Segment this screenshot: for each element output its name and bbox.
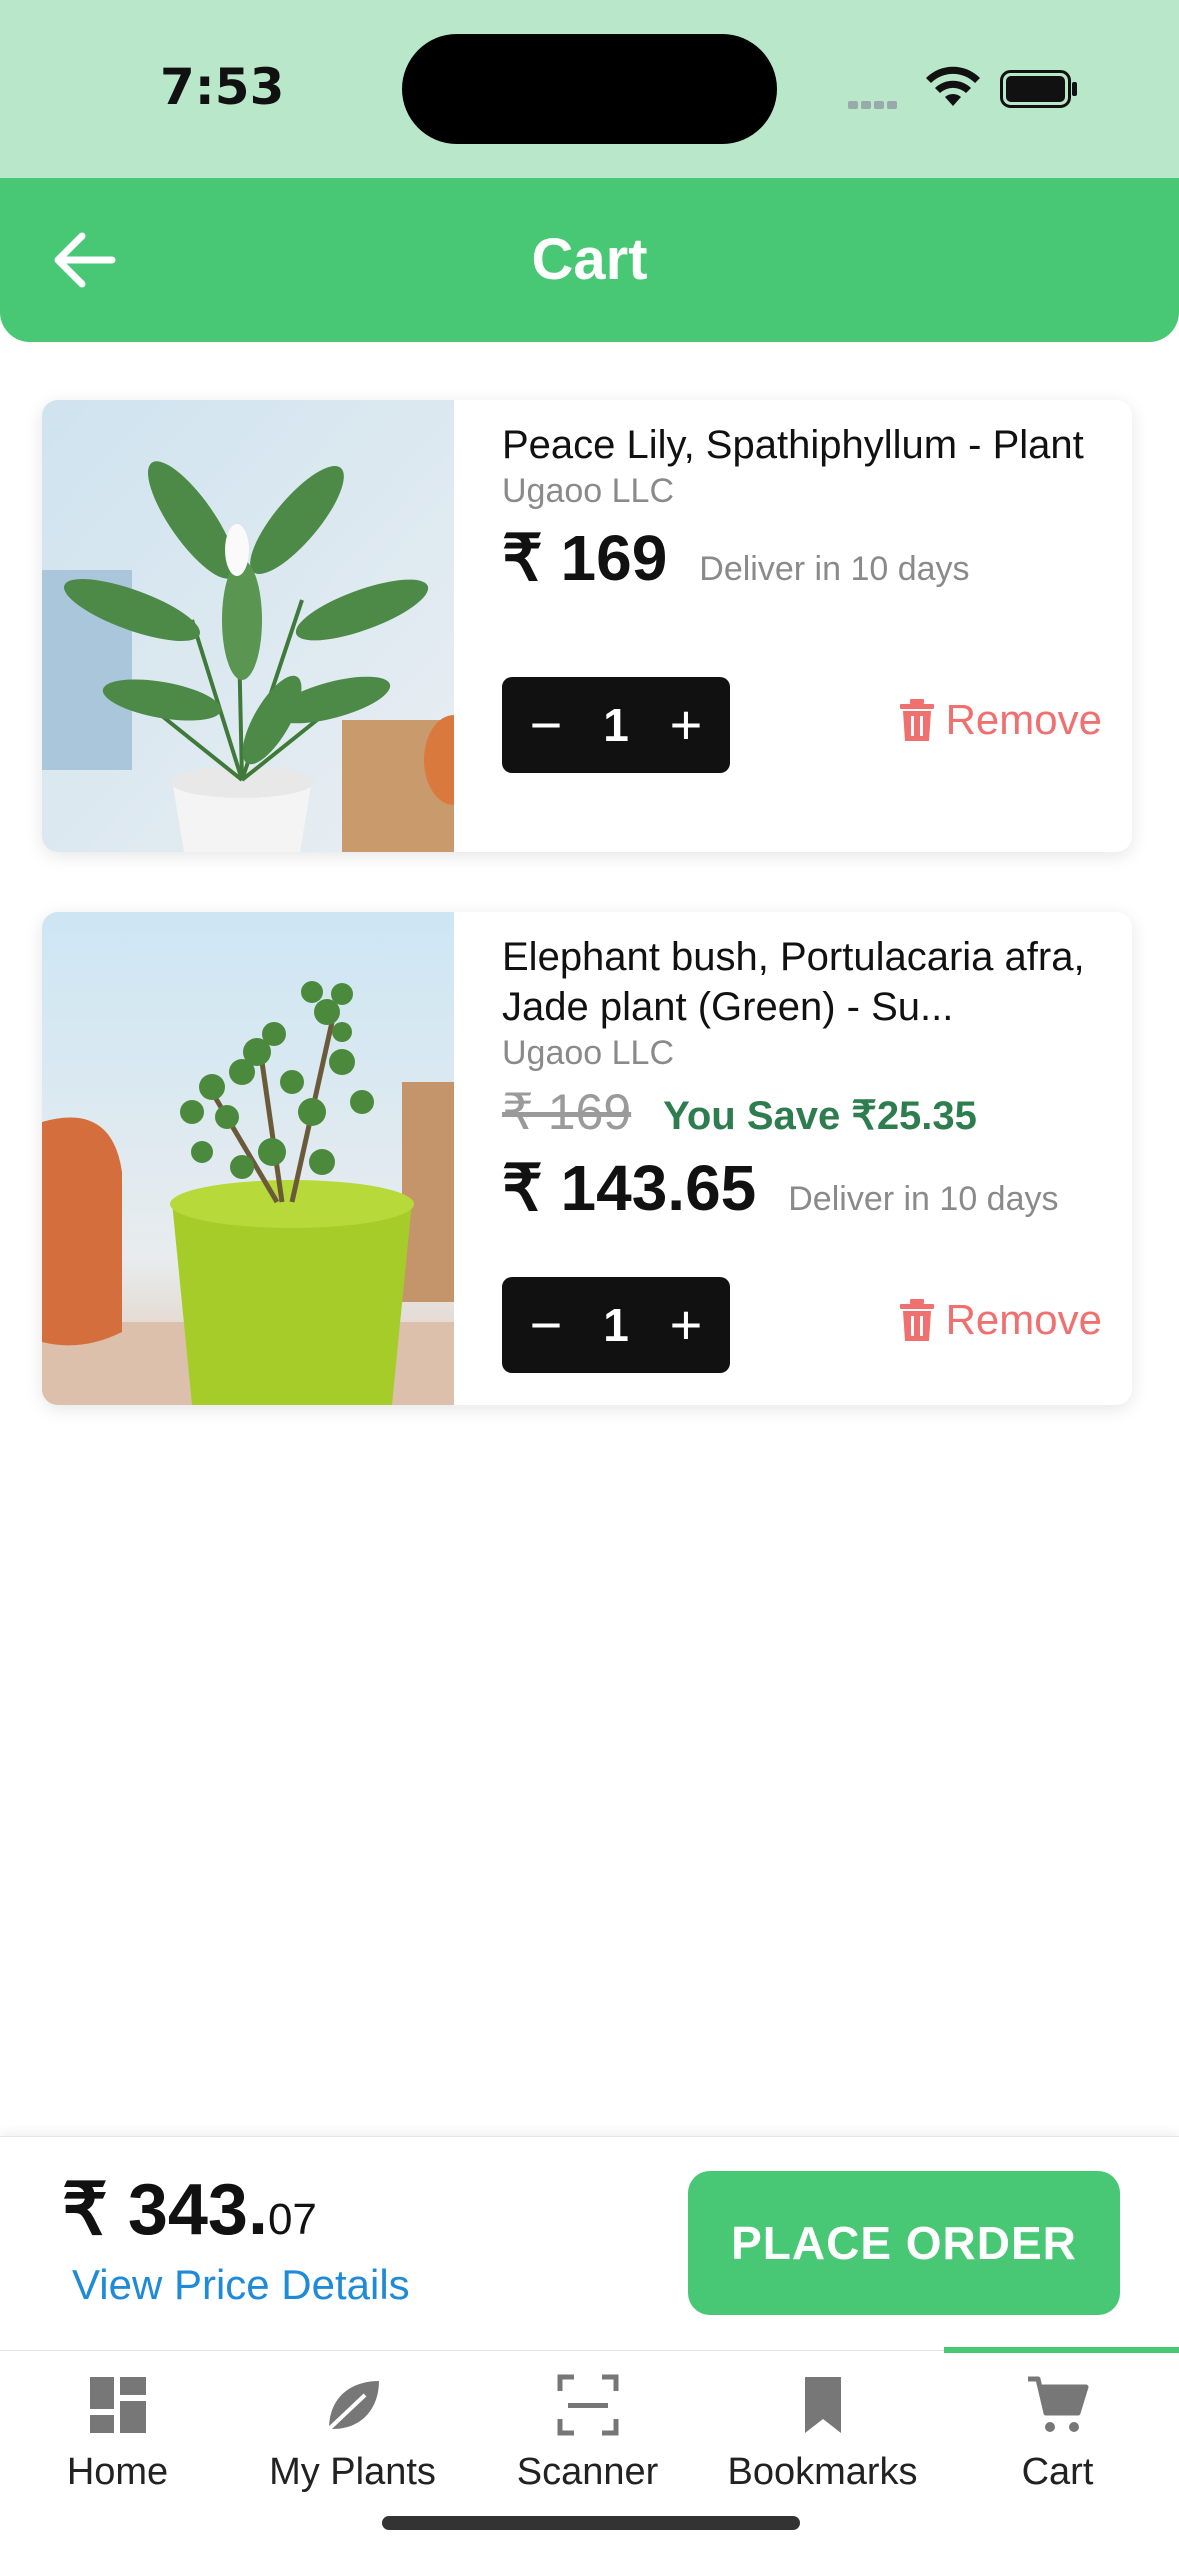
product-price: ₹ 169: [502, 522, 668, 594]
app-header: Cart: [0, 178, 1179, 342]
tab-label: Scanner: [516, 2451, 659, 2493]
savings-label: You Save ₹25.35: [663, 1094, 977, 1138]
remove-label: Remove: [945, 1296, 1102, 1343]
cart-item: Peace Lily, Spathiphyllum - Plant Ugaoo …: [42, 400, 1132, 852]
total-amount: ₹ 343.: [62, 2170, 268, 2250]
battery-icon: [1000, 70, 1077, 108]
delivery-estimate: Deliver in 10 days: [699, 550, 970, 588]
place-order-button[interactable]: PLACE ORDER: [688, 2171, 1120, 2315]
decrease-quantity-button[interactable]: −: [524, 697, 568, 753]
quantity-value: 1: [603, 1299, 629, 1351]
product-image-jade-plant[interactable]: [42, 912, 454, 1405]
tab-my-plants[interactable]: My Plants: [235, 2351, 470, 2501]
leaf-icon: [327, 2381, 379, 2431]
quantity-stepper: − 1 +: [502, 677, 730, 773]
cart-icon: [1027, 2376, 1088, 2432]
remove-label: Remove: [945, 696, 1102, 743]
tab-label: Cart: [1021, 2451, 1094, 2493]
product-seller: Ugaoo LLC: [502, 1034, 675, 1072]
tab-scanner[interactable]: Scanner: [470, 2351, 705, 2501]
quantity-stepper: − 1 +: [502, 1277, 730, 1373]
tab-cart[interactable]: Cart: [940, 2351, 1175, 2501]
product-image-peace-lily[interactable]: [42, 400, 454, 852]
wifi-icon: [926, 66, 980, 106]
scanner-icon: [557, 2374, 618, 2436]
delivery-estimate: Deliver in 10 days: [788, 1180, 1059, 1218]
product-seller: Ugaoo LLC: [502, 472, 675, 510]
cellular-signal-icon: [848, 96, 904, 109]
product-info: Elephant bush, Portulacaria afra, Jade p…: [502, 912, 1102, 1226]
status-bar: 7:53: [0, 0, 1179, 178]
page-title: Cart: [531, 227, 648, 292]
original-price: ₹ 169: [502, 1084, 632, 1140]
total-decimal: 07: [267, 2195, 317, 2244]
remove-button[interactable]: Remove: [899, 696, 1102, 744]
increase-quantity-button[interactable]: +: [664, 697, 708, 753]
product-price: ₹ 143.65: [502, 1152, 757, 1224]
home-grid-icon: [89, 2377, 146, 2433]
trash-icon: [899, 699, 934, 741]
product-name[interactable]: Elephant bush, Portulacaria afra, Jade p…: [502, 932, 1102, 1032]
home-indicator[interactable]: [382, 2516, 800, 2530]
bookmark-icon: [804, 2377, 841, 2433]
increase-quantity-button[interactable]: +: [664, 1297, 708, 1353]
tab-bookmarks[interactable]: Bookmarks: [705, 2351, 940, 2501]
quantity-value: 1: [603, 699, 629, 751]
tab-label: Bookmarks: [727, 2451, 918, 2493]
view-price-details-link[interactable]: View Price Details: [72, 2261, 410, 2309]
product-name[interactable]: Peace Lily, Spathiphyllum - Plant: [502, 420, 1102, 470]
tab-label: My Plants: [269, 2451, 436, 2493]
tab-home[interactable]: Home: [0, 2351, 235, 2501]
tab-label: Home: [66, 2451, 169, 2493]
trash-icon: [899, 1299, 934, 1341]
remove-button[interactable]: Remove: [899, 1296, 1102, 1344]
cart-item: Elephant bush, Portulacaria afra, Jade p…: [42, 912, 1132, 1405]
dynamic-island: [402, 34, 777, 144]
decrease-quantity-button[interactable]: −: [524, 1297, 568, 1353]
product-info: Peace Lily, Spathiphyllum - Plant Ugaoo …: [502, 400, 1102, 596]
cart-total: ₹ 343. 07: [62, 2167, 317, 2251]
checkout-bar: ₹ 343. 07 View Price Details PLACE ORDER: [0, 2136, 1179, 2350]
status-time: 7:53: [160, 58, 285, 116]
